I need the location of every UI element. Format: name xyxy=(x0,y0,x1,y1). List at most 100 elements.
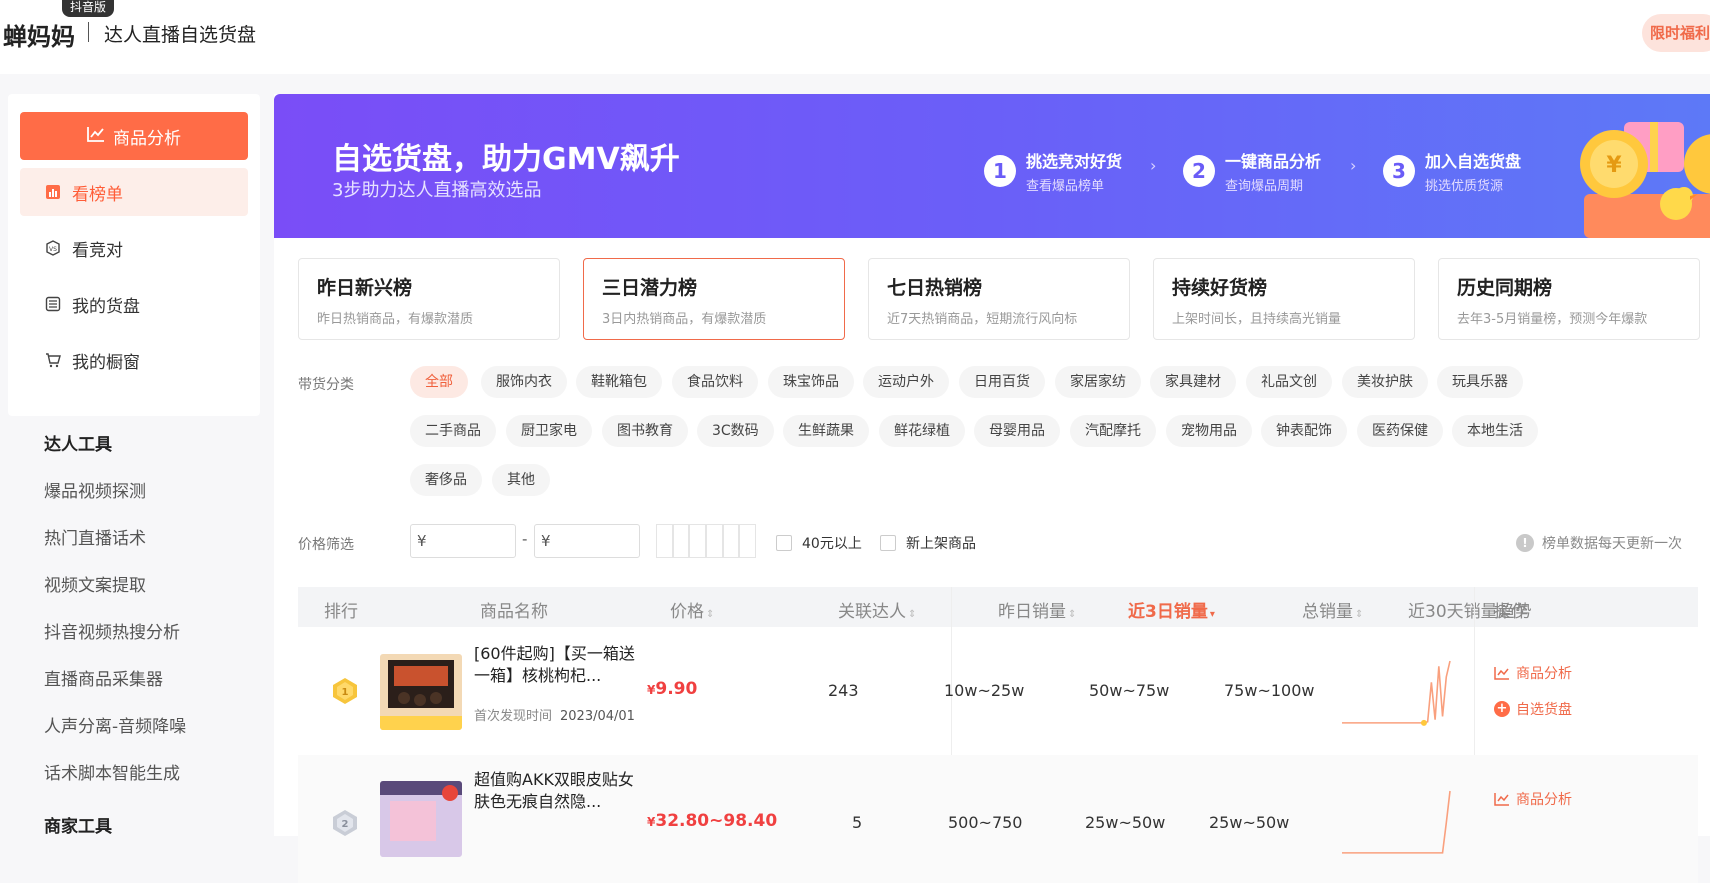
category-chip[interactable]: 服饰内衣 xyxy=(481,366,567,398)
sort-icon: ⇕ xyxy=(706,609,715,620)
product-analysis-link[interactable]: 商品分析 xyxy=(1494,663,1572,683)
col-total-sort[interactable]: 总销量 ⇕ xyxy=(1302,597,1363,622)
tool-link[interactable]: 抖音视频热搜分析 xyxy=(44,618,260,643)
sidebar-item-my-showcase[interactable]: 我的橱窗 xyxy=(20,336,248,384)
three-day-sales: 50w~75w xyxy=(1089,681,1170,700)
col-price-sort[interactable]: 价格 ⇕ xyxy=(670,597,714,622)
category-chip[interactable]: 其他 xyxy=(492,464,550,496)
category-chip[interactable]: 运动户外 xyxy=(863,366,949,398)
sidebar-item-rankings[interactable]: 看榜单 xyxy=(20,168,248,216)
category-chip[interactable]: 二手商品 xyxy=(410,415,496,447)
category-chip[interactable]: 奢侈品 xyxy=(410,464,482,496)
category-chip[interactable]: 本地生活 xyxy=(1452,415,1538,447)
product-thumbnail[interactable] xyxy=(380,654,462,730)
step-1: 1 挑选竞对好货 查看爆品榜单 xyxy=(984,148,1122,194)
filter-above-40[interactable]: 40元以上 xyxy=(776,533,862,553)
category-chip-all[interactable]: 全部 xyxy=(410,366,468,398)
step-desc: 查看爆品榜单 xyxy=(1026,179,1105,194)
histogram-bar xyxy=(706,524,723,558)
product-price: ¥9.90 xyxy=(647,679,697,699)
tool-link[interactable]: 爆品视频探测 xyxy=(44,477,260,502)
category-chip[interactable]: 美妆护肤 xyxy=(1342,366,1428,398)
tab-seven-day-hot[interactable]: 七日热销榜 近7天热销商品，短期流行风向标 xyxy=(868,258,1130,340)
category-chip[interactable]: 食品饮料 xyxy=(672,366,758,398)
category-chip[interactable]: 鞋靴箱包 xyxy=(576,366,662,398)
product-name[interactable]: 超值购AKK双眼皮贴女肤色无痕自然隐... xyxy=(474,769,642,813)
col-three-day-sort[interactable]: 近3日销量 ▾ xyxy=(1128,597,1215,622)
checkbox[interactable] xyxy=(880,535,896,551)
price-range-dash: - xyxy=(522,530,528,548)
chevron-right-icon: › xyxy=(1150,156,1157,175)
medal-rank: 2 xyxy=(342,819,349,830)
category-chip[interactable]: 日用百货 xyxy=(959,366,1045,398)
tab-yesterday-rising[interactable]: 昨日新兴榜 昨日热销商品，有爆款潜质 xyxy=(298,258,560,340)
tool-link[interactable]: 人声分离-音频降噪 xyxy=(44,712,260,737)
tool-link[interactable]: 视频文案提取 xyxy=(44,571,260,596)
category-chip[interactable]: 鲜花绿植 xyxy=(879,415,965,447)
tab-title: 三日潜力榜 xyxy=(602,277,698,299)
category-chip[interactable]: 生鲜蔬果 xyxy=(783,415,869,447)
checkbox[interactable] xyxy=(776,535,792,551)
product-thumbnail[interactable] xyxy=(380,781,462,857)
category-chip[interactable]: 钟表配饰 xyxy=(1261,415,1347,447)
histogram-bar xyxy=(689,524,707,558)
col-kol-label: 关联达人 xyxy=(838,602,906,622)
table-row[interactable]: 1 [60件起购]【买一箱送一箱】核桃枸杞... 首次发现时间 2023/04/0… xyxy=(298,627,1698,755)
promo-banner: 自选货盘，助力GMV飙升 3步助力达人直播高效选品 1 挑选竞对好货 查看爆品榜单… xyxy=(274,94,1710,238)
tab-historical-same-period[interactable]: 历史同期榜 去年3-5月销量榜，预测今年爆款 xyxy=(1438,258,1700,340)
category-chip[interactable]: 3C数码 xyxy=(697,415,774,447)
tool-link[interactable]: 热门直播话术 xyxy=(44,524,260,549)
sidebar-item-my-pool[interactable]: 我的货盘 xyxy=(20,280,248,328)
trend-line xyxy=(1342,790,1451,854)
sidebar-item-competitors[interactable]: VS 看竞对 xyxy=(20,224,248,272)
category-chip[interactable]: 图书教育 xyxy=(602,415,688,447)
cart-icon xyxy=(44,351,62,369)
product-name[interactable]: [60件起购]【买一箱送一箱】核桃枸杞... xyxy=(474,643,642,687)
category-chip[interactable]: 礼品文创 xyxy=(1246,366,1332,398)
price-min-input[interactable]: ¥ xyxy=(410,524,516,558)
gold-medal-icon: 1 xyxy=(332,677,358,705)
table-row[interactable]: 2 超值购AKK双眼皮贴女肤色无痕自然隐... ¥32.80~98.40 5 5… xyxy=(298,755,1698,883)
col-yesterday-label: 昨日销量 xyxy=(998,602,1066,622)
category-chip[interactable]: 厨卫家电 xyxy=(506,415,592,447)
op-label: 自选货盘 xyxy=(1516,702,1572,718)
table-header: 排行 商品名称 价格 ⇕ 关联达人 ⇕ 昨日销量 ⇕ 近3日销量 ▾ 总销量 ⇕ 近30天… xyxy=(298,587,1698,627)
tab-three-day-potential[interactable]: 三日潜力榜 3日内热销商品，有爆款潜质 xyxy=(583,258,845,340)
category-chip[interactable]: 汽配摩托 xyxy=(1070,415,1156,447)
step-title: 一键商品分析 xyxy=(1225,152,1322,171)
category-chip[interactable]: 宠物用品 xyxy=(1166,415,1252,447)
banner-subtitle: 3步助力达人直播高效选品 xyxy=(332,180,542,201)
promo-button[interactable]: 限时福利 xyxy=(1642,14,1710,52)
step-number: 3 xyxy=(1383,155,1415,187)
category-chip[interactable]: 珠宝饰品 xyxy=(768,366,854,398)
category-chip[interactable]: 母婴用品 xyxy=(974,415,1060,447)
tab-title: 历史同期榜 xyxy=(1457,277,1553,299)
logo[interactable]: 蝉妈妈 xyxy=(3,17,75,52)
col-kol-sort[interactable]: 关联达人 ⇕ xyxy=(838,597,916,622)
tab-desc: 上架时间长，且持续高光销量 xyxy=(1172,312,1342,327)
tab-sustained-good[interactable]: 持续好货榜 上架时间长，且持续高光销量 xyxy=(1153,258,1415,340)
filter-new-listing[interactable]: 新上架商品 xyxy=(880,533,976,553)
sidebar-item-label: 我的橱窗 xyxy=(72,352,140,373)
tool-link[interactable]: 话术脚本智能生成 xyxy=(44,759,260,784)
price-max-input[interactable]: ¥ xyxy=(534,524,640,558)
category-chip[interactable]: 医药保健 xyxy=(1357,415,1443,447)
category-chip[interactable]: 家居家纺 xyxy=(1055,366,1141,398)
sidebar-item-label: 看榜单 xyxy=(72,184,123,205)
ranking-tabs: 昨日新兴榜 昨日热销商品，有爆款潜质 三日潜力榜 3日内热销商品，有爆款潜质 七… xyxy=(298,258,1700,340)
category-chip[interactable]: 家具建材 xyxy=(1150,366,1236,398)
logo-divider xyxy=(88,22,89,42)
histogram-bar xyxy=(672,524,690,558)
price-value: 32.80~98.40 xyxy=(655,811,778,831)
tool-link[interactable]: 直播商品采集器 xyxy=(44,665,260,690)
tab-desc: 去年3-5月销量榜，预测今年爆款 xyxy=(1457,312,1648,327)
tab-desc: 3日内热销商品，有爆款潜质 xyxy=(602,312,767,327)
ranking-table: 排行 商品名称 价格 ⇕ 关联达人 ⇕ 昨日销量 ⇕ 近3日销量 ▾ 总销量 ⇕ 近30天… xyxy=(298,587,1698,883)
sidebar: 商品分析 看榜单 VS 看竞对 我的货盘 我的橱窗 达人工具 爆品视频探测 热门… xyxy=(8,94,260,837)
col-yesterday-sort[interactable]: 昨日销量 ⇕ xyxy=(998,597,1076,622)
price-value: 9.90 xyxy=(655,679,698,699)
category-chip[interactable]: 玩具乐器 xyxy=(1437,366,1523,398)
product-analysis-link[interactable]: 商品分析 xyxy=(1494,789,1572,809)
product-analysis-button[interactable]: 商品分析 xyxy=(20,112,248,160)
add-to-pool-link[interactable]: + 自选货盘 xyxy=(1494,699,1572,719)
